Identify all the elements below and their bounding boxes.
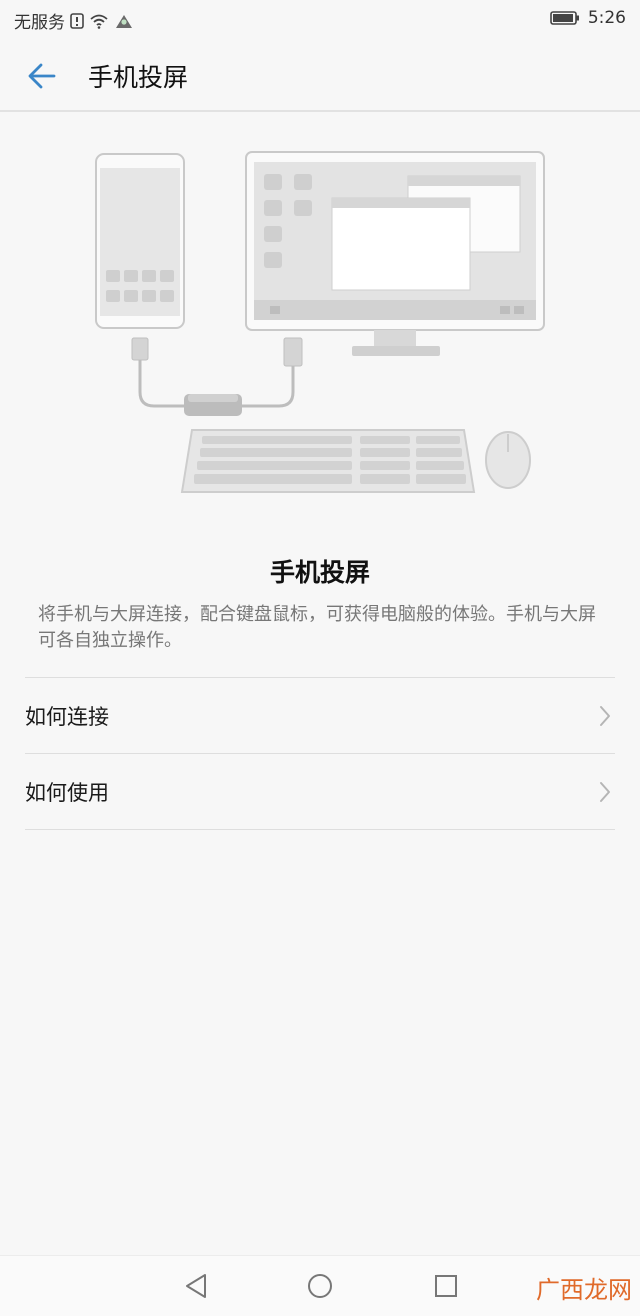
watermark-text: 广西龙网 — [536, 1276, 632, 1304]
cable-illustration — [131, 337, 303, 416]
app-bar: 手机投屏 — [0, 38, 640, 112]
menu-item-label: 如何连接 — [25, 704, 109, 729]
feature-description: 将手机与大屏连接，配合键盘鼠标，可获得电脑般的体验。手机与大屏可各自独立操作。 — [38, 604, 596, 651]
back-button[interactable] — [22, 56, 62, 96]
home-circle-icon — [308, 1274, 332, 1298]
monitor-illustration — [245, 151, 545, 356]
menu-list: 如何连接 如何使用 — [25, 677, 615, 830]
system-nav-bar: 广西龙网 — [0, 1255, 640, 1316]
vpn-icon — [114, 13, 134, 29]
phone-illustration — [95, 153, 185, 329]
status-right: 5:26 — [550, 8, 626, 28]
back-triangle-icon — [186, 1274, 206, 1298]
nav-recents-button[interactable] — [430, 1270, 462, 1302]
recents-square-icon — [435, 1275, 457, 1297]
carrier-label: 无服务 — [14, 13, 65, 33]
chevron-right-icon — [595, 705, 615, 726]
menu-item-label: 如何使用 — [25, 780, 109, 805]
status-bar: 无服务 5:26 — [0, 0, 640, 38]
wifi-icon — [89, 13, 109, 29]
status-time: 5:26 — [587, 8, 626, 28]
chevron-right-icon — [595, 781, 615, 802]
menu-item-how-to-connect[interactable]: 如何连接 — [25, 678, 615, 754]
page-title: 手机投屏 — [88, 63, 189, 92]
alert-icon — [70, 12, 84, 29]
keyboard-illustration — [180, 429, 476, 493]
mouse-illustration — [485, 431, 531, 489]
nav-back-button[interactable] — [180, 1270, 212, 1302]
menu-item-how-to-use[interactable]: 如何使用 — [25, 754, 615, 830]
feature-headline: 手机投屏 — [269, 558, 370, 587]
nav-home-button[interactable] — [304, 1270, 336, 1302]
back-arrow-icon — [28, 63, 56, 89]
status-left: 无服务 — [14, 8, 134, 33]
projection-illustration — [80, 140, 560, 510]
battery-icon — [550, 10, 580, 26]
